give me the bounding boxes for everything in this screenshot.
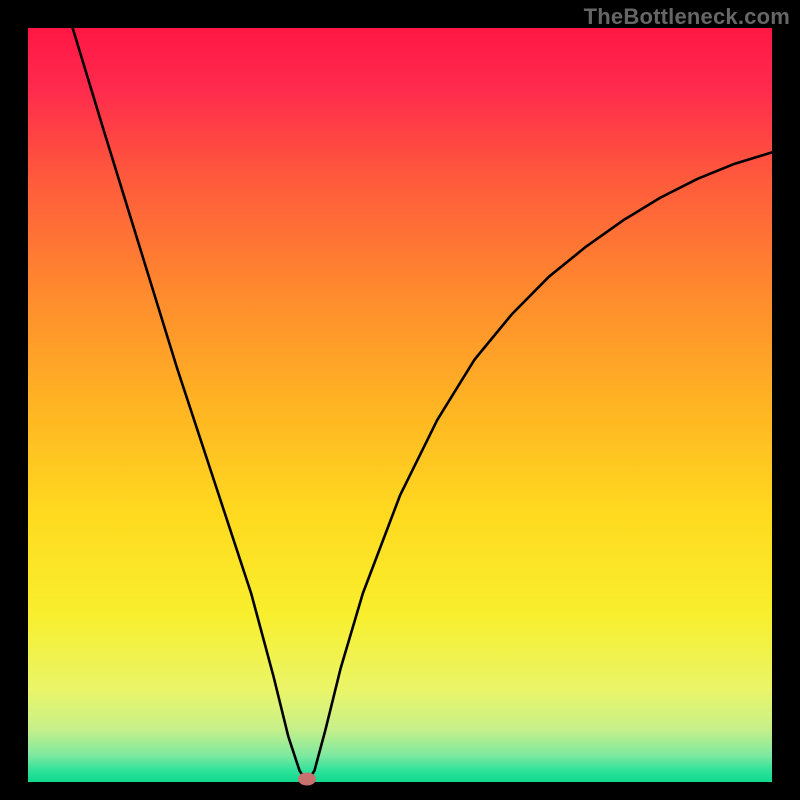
chart-frame: { "watermark": "TheBottleneck.com", "cha… bbox=[0, 0, 800, 800]
bottleneck-chart bbox=[0, 0, 800, 800]
optimal-point-marker bbox=[298, 773, 316, 786]
watermark-text: TheBottleneck.com bbox=[584, 4, 790, 30]
plot-background bbox=[28, 28, 772, 782]
